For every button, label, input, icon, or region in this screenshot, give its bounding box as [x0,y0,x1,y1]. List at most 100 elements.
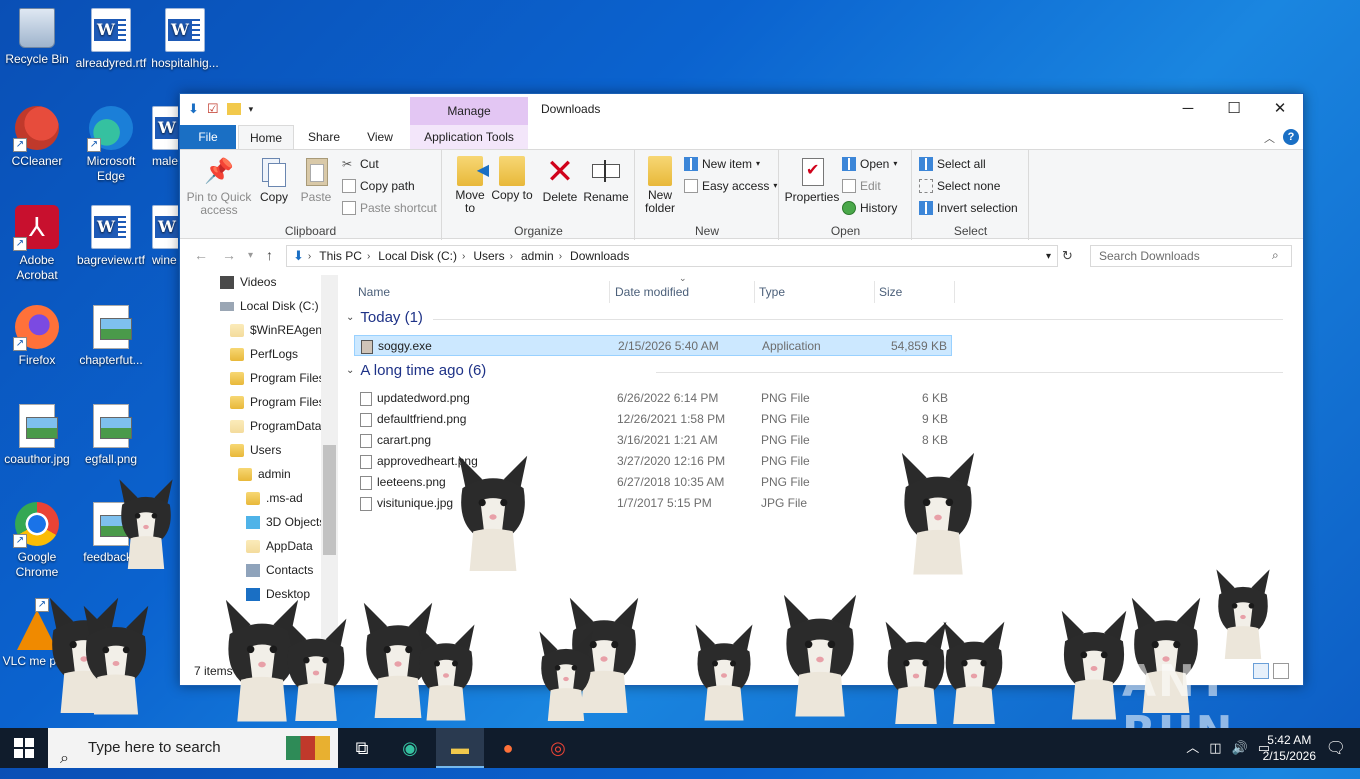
nav-item-winreagent[interactable]: $WinREAgent [230,319,325,341]
forward-arrow-icon[interactable]: → [222,247,236,263]
file-row[interactable]: updatedword.png 6/26/2022 6:14 PM PNG Fi… [354,388,952,409]
desktop-icon-hospitalhig[interactable]: hospitalhig... [148,8,222,71]
pin-quick-access-button[interactable]: 📌 Pin to Quick access [186,156,252,217]
notification-icon[interactable]: 🗨 [1326,738,1346,758]
new-folder-button[interactable]: New folder [640,156,680,215]
tab-view[interactable]: View [354,125,406,149]
desktop-icon-edge[interactable]: Microsoft Edge [74,106,148,184]
nav-item-3d-objects[interactable]: 3D Objects [246,511,325,533]
open-button[interactable]: Open ▾ [842,154,897,174]
tab-manage[interactable]: Manage [410,97,528,125]
history-button[interactable]: History [842,198,897,218]
copy-path-button[interactable]: Copy path [342,176,415,196]
minimize-button[interactable]: ─ [1165,94,1211,124]
properties-quick-icon[interactable]: ⬇ [188,101,199,117]
desktop-icon-alreadyred[interactable]: alreadyred.rtf [74,8,148,71]
breadcrumb-downloads[interactable]: Downloads [570,249,629,263]
paste-shortcut-button[interactable]: Paste shortcut [342,198,437,218]
nav-item-contacts[interactable]: Contacts [246,559,313,581]
easy-access-button[interactable]: Easy access ▾ [684,176,777,196]
desktop-icon-feedbackh[interactable]: feedbackh [74,502,148,565]
desktop-icon-recycle-bin[interactable]: Recycle Bin [0,8,74,67]
file-row[interactable]: visitunique.jpg 1/7/2017 5:15 PM JPG Fil… [354,493,952,514]
firefox-taskbar-icon[interactable]: ● [484,728,532,768]
clock[interactable]: 5:42 AM 2/15/2026 [1263,732,1316,764]
file-row[interactable]: carart.png 3/16/2021 1:21 AM PNG File 8 … [354,430,952,451]
scrollbar-thumb[interactable] [323,445,336,555]
column-header-date[interactable]: Date modified [611,281,755,303]
paste-button[interactable]: Paste [296,156,336,204]
copy-to-button[interactable]: Copy to [491,156,533,202]
tab-application-tools[interactable]: Application Tools [410,125,528,149]
breadcrumb-this-pc[interactable]: This PC [319,249,362,263]
desktop-icon-ccleaner[interactable]: CCleaner [0,106,74,169]
nav-item-program-files-x86[interactable]: Program Files [230,391,325,413]
new-item-button[interactable]: New item ▾ [684,154,760,174]
breadcrumb-users[interactable]: Users [473,249,504,263]
column-header-type[interactable]: Type [755,281,875,303]
nav-item-admin[interactable]: admin [238,463,291,485]
address-dropdown-icon[interactable]: ▾ [1046,251,1051,262]
ribbon-collapse-icon[interactable]: ︿ [1264,130,1275,146]
nav-item-videos[interactable]: Videos [220,275,276,293]
select-none-button[interactable]: Select none [919,176,1000,196]
rename-button[interactable]: Rename [583,156,629,204]
search-input[interactable]: Search Downloads [1090,245,1292,267]
task-view-icon[interactable]: ⧉ [338,728,386,768]
column-header-name[interactable]: Name [354,281,610,303]
file-explorer-taskbar-icon[interactable]: ▬ [436,728,484,768]
address-bar[interactable]: ⬇ › This PC › Local Disk (C:) › Users › … [286,245,1058,267]
group-header-today[interactable]: ⌄ Today (1) [346,309,423,326]
up-arrow-icon[interactable]: ↑ [266,247,273,263]
taskbar-search[interactable]: ⌕ Type here to search [48,728,338,768]
file-row[interactable]: approvedheart.png 3/27/2020 12:16 PM PNG… [354,451,952,472]
nav-item-local-disk[interactable]: Local Disk (C:) [220,295,319,317]
volume-icon[interactable]: 🔊 [1232,728,1248,768]
file-row[interactable]: soggy.exe 2/15/2026 5:40 AM Application … [354,335,952,356]
desktop-icon-chrome[interactable]: Google Chrome [0,502,74,580]
nav-scrollbar[interactable] [321,275,338,650]
chrome-taskbar-icon[interactable]: ◎ [534,728,582,768]
camera-icon[interactable]: ◫ [1209,728,1221,768]
desktop-icon-firefox[interactable]: Firefox [0,305,74,368]
desktop-icon-egfall[interactable]: egfall.png [74,404,148,467]
nav-item-users[interactable]: Users [230,439,281,461]
desktop-icon-bagreview[interactable]: bagreview.rtf [74,205,148,268]
chevron-up-icon[interactable]: ︿ [1186,728,1199,768]
desktop-icon-male[interactable]: male [138,106,178,169]
nav-item-program-files[interactable]: Program Files [230,367,325,389]
file-row[interactable]: leeteens.png 6/27/2018 10:35 AM PNG File [354,472,952,493]
desktop-icon-wine[interactable]: wine [138,205,178,268]
folder-quick-icon[interactable] [226,103,241,115]
group-header-long-ago[interactable]: ⌄ A long time ago (6) [346,362,486,379]
nav-item-ms-ad[interactable]: .ms-ad [246,487,303,509]
copy-button[interactable]: Copy [254,156,294,204]
nav-item-programdata[interactable]: ProgramData [230,415,321,437]
breadcrumb-admin[interactable]: admin [521,249,554,263]
select-all-button[interactable]: Select all [919,154,986,174]
checkmark-quick-icon[interactable]: ☑ [207,101,219,117]
close-button[interactable]: ✕ [1257,94,1303,124]
desktop-icon-coauthor[interactable]: coauthor.jpg [0,404,74,467]
refresh-icon[interactable]: ↻ [1062,248,1073,264]
back-arrow-icon[interactable]: ← [194,247,208,263]
nav-item-desktop[interactable]: Desktop [246,583,310,605]
desktop-icon-acrobat[interactable]: ⅄ Adobe Acrobat [0,205,74,283]
tab-home[interactable]: Home [238,125,294,149]
maximize-button[interactable]: ☐ [1211,94,1257,124]
delete-button[interactable]: ✕ Delete [539,155,581,204]
nav-item-perflogs[interactable]: PerfLogs [230,343,298,365]
tab-file[interactable]: File [180,125,236,149]
tab-share[interactable]: Share [298,125,350,149]
breadcrumb-local-disk[interactable]: Local Disk (C:) [378,249,457,263]
nav-item-appdata[interactable]: AppData [246,535,313,557]
edge-taskbar-icon[interactable]: ◉ [386,728,434,768]
desktop-icon-chapterfut[interactable]: chapterfut... [74,305,148,368]
file-row[interactable]: defaultfriend.png 12/26/2021 1:58 PM PNG… [354,409,952,430]
help-icon[interactable]: ? [1283,129,1299,145]
move-to-button[interactable]: ◀ Move to [449,156,491,215]
cut-button[interactable]: ✂ Cut [342,154,379,174]
invert-selection-button[interactable]: Invert selection [919,198,1018,218]
edit-button[interactable]: Edit [842,176,881,196]
properties-button[interactable]: ✔ Properties [784,156,840,204]
